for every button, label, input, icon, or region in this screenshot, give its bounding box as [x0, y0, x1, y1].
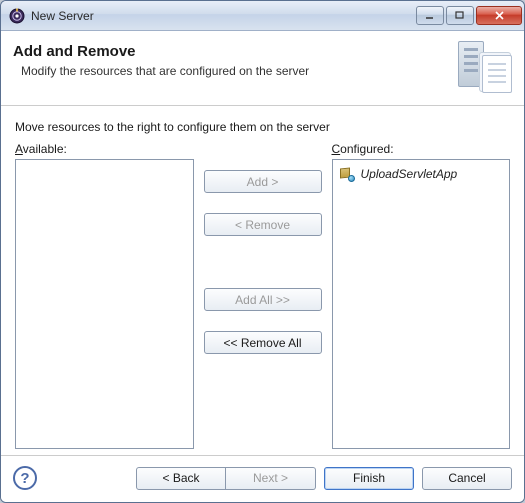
instruction-text: Move resources to the right to configure…: [15, 120, 510, 134]
server-icon: [458, 39, 512, 93]
app-icon: [9, 8, 25, 24]
list-item-label: UploadServletApp: [361, 167, 458, 181]
close-button[interactable]: [476, 6, 522, 25]
wizard-footer: ? < Back Next > Finish Cancel: [1, 455, 524, 502]
wizard-banner: Add and Remove Modify the resources that…: [1, 31, 524, 106]
minimize-button[interactable]: [416, 6, 444, 25]
available-list[interactable]: [15, 159, 194, 449]
back-button[interactable]: < Back: [136, 467, 226, 490]
remove-button[interactable]: < Remove: [204, 213, 322, 236]
transfer-buttons: Add > < Remove Add All >> << Remove All: [204, 142, 322, 449]
maximize-button[interactable]: [446, 6, 474, 25]
banner-description: Modify the resources that are configured…: [21, 64, 458, 78]
window-title: New Server: [31, 9, 416, 23]
configured-column: Configured: UploadServletApp: [332, 142, 511, 449]
list-item[interactable]: UploadServletApp: [337, 164, 506, 184]
content-area: Move resources to the right to configure…: [1, 106, 524, 455]
banner-title: Add and Remove: [13, 43, 458, 60]
dialog-window: New Server Add and Remove Modify the res…: [0, 0, 525, 503]
configured-list[interactable]: UploadServletApp: [332, 159, 511, 449]
finish-button[interactable]: Finish: [324, 467, 414, 490]
available-column: Available:: [15, 142, 194, 449]
next-button[interactable]: Next >: [226, 467, 316, 490]
remove-all-button[interactable]: << Remove All: [204, 331, 322, 354]
window-controls: [416, 6, 522, 25]
configured-label: Configured:: [332, 142, 511, 156]
available-label: Available:: [15, 142, 194, 156]
module-icon: [339, 166, 355, 182]
help-icon[interactable]: ?: [13, 466, 37, 490]
titlebar[interactable]: New Server: [1, 1, 524, 31]
add-button[interactable]: Add >: [204, 170, 322, 193]
cancel-button[interactable]: Cancel: [422, 467, 512, 490]
add-all-button[interactable]: Add All >>: [204, 288, 322, 311]
